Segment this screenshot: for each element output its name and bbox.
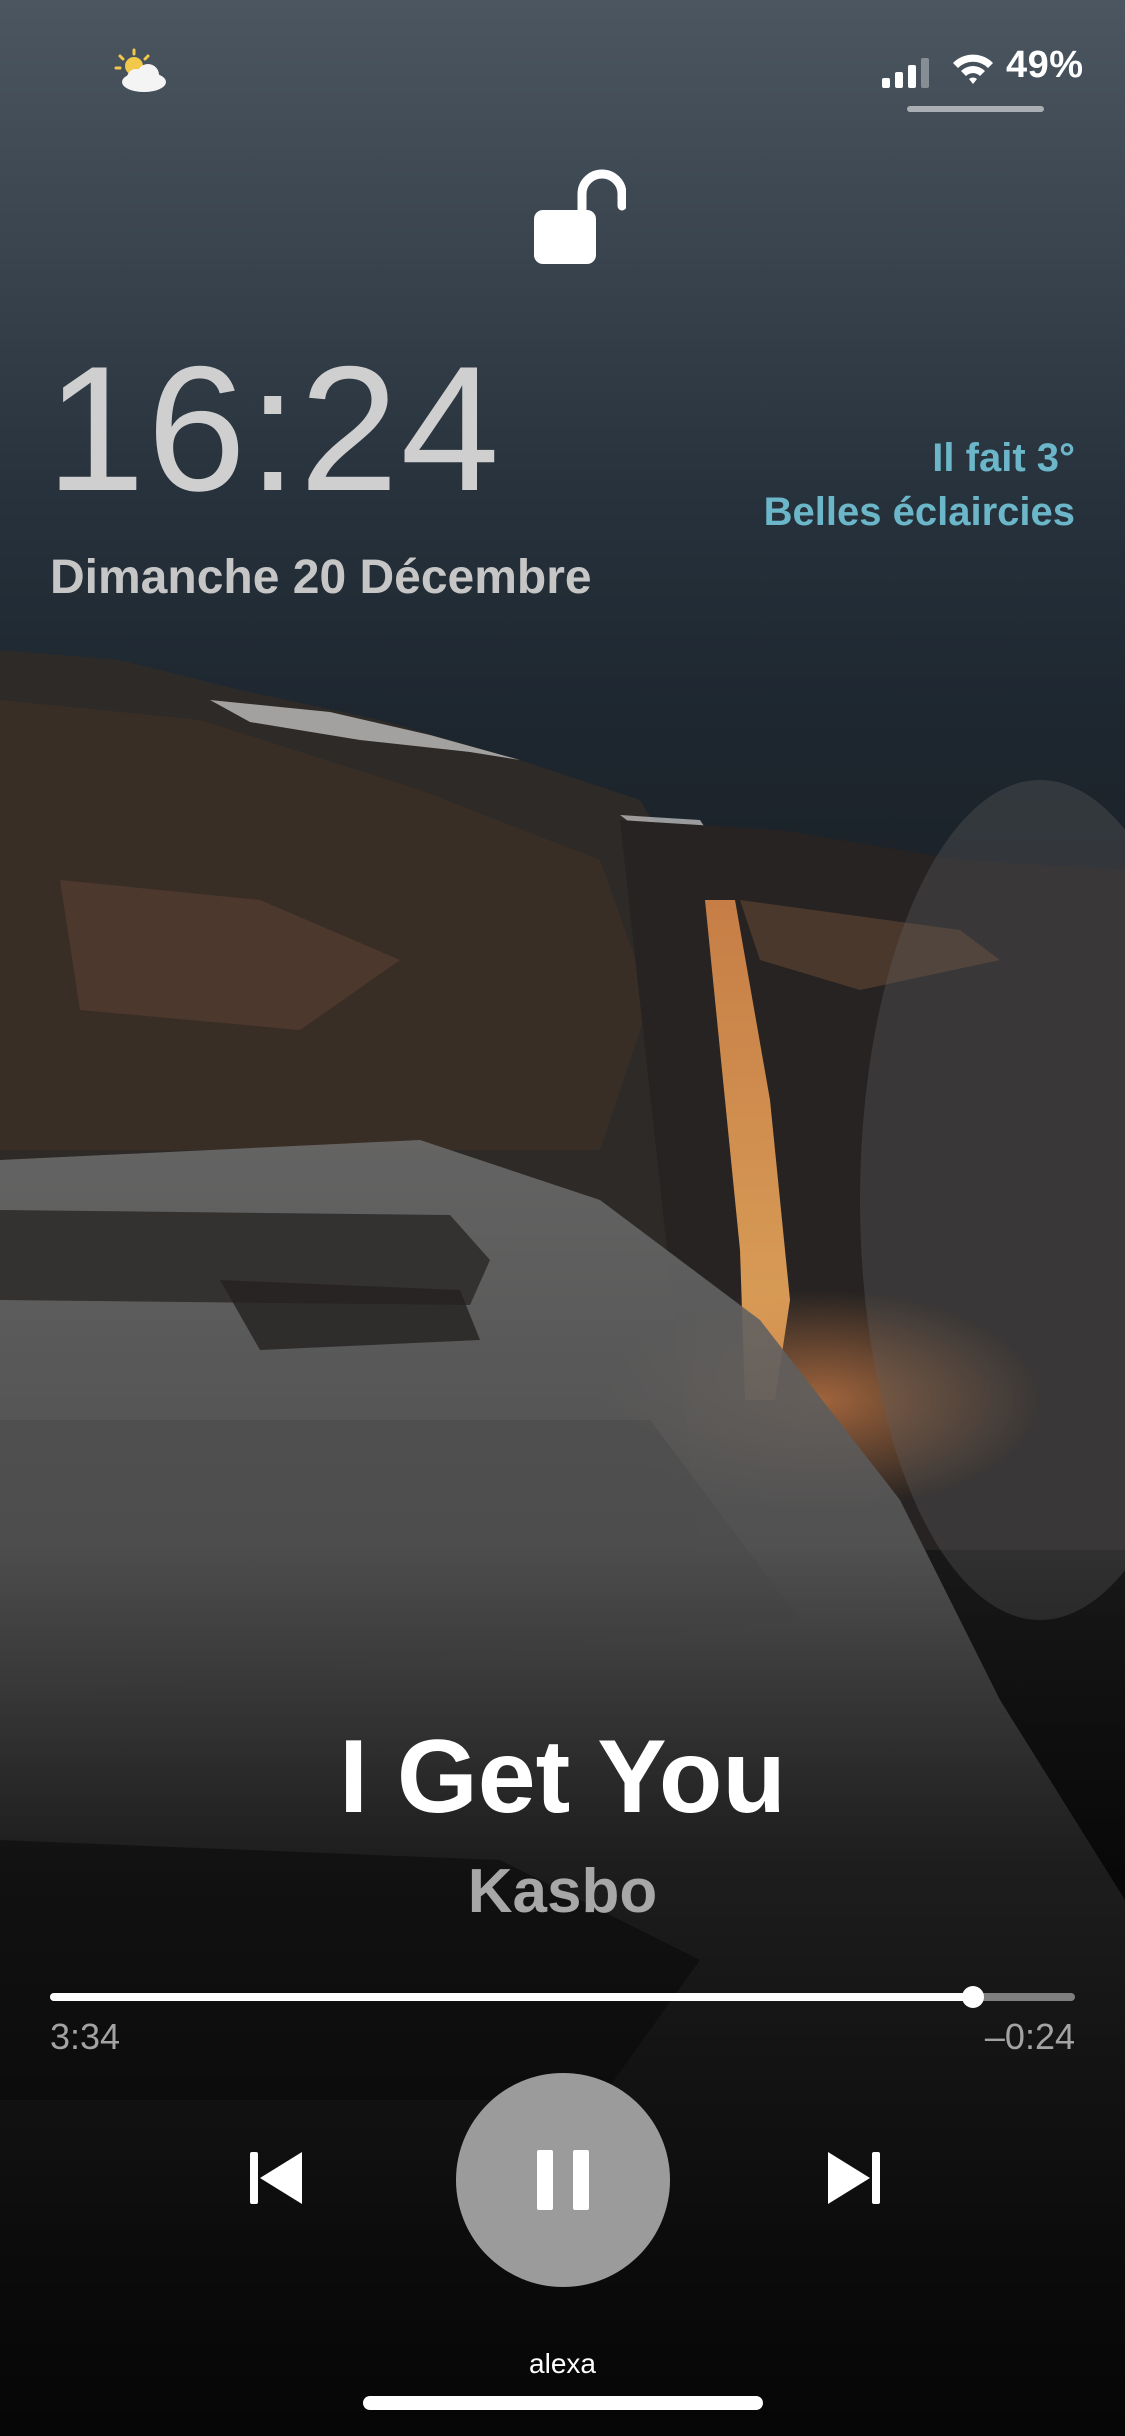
elapsed-time: 3:34 [50,2016,121,2057]
playback-scrubber[interactable] [50,1986,1075,2008]
cellular-signal-icon [882,58,929,88]
alexa-label: alexa [529,2348,596,2379]
unlocked-padlock-icon [534,169,626,264]
partly-cloudy-icon [114,48,166,92]
lock-screen-date: Dimanche 20 Décembre [50,551,592,604]
artist-name: Kasbo [467,1857,658,1926]
battery-percentage: 49% [1006,44,1084,86]
skip-previous-icon[interactable] [250,2150,304,2206]
wifi-icon [953,54,993,84]
song-title: I Get You [339,1719,786,1835]
weather-condition: Belles éclaircies [763,490,1075,534]
lock-screen-time: 16:24 [46,329,502,528]
control-center-indicator[interactable] [907,106,1044,112]
pause-button[interactable] [456,2073,670,2287]
weather-temperature: Il fait 3° [932,436,1075,480]
home-indicator[interactable] [363,2396,763,2410]
remaining-time: –0:24 [984,2016,1075,2057]
pause-icon [537,2150,589,2210]
playback-progress-fill [50,1993,973,2001]
skip-next-icon[interactable] [826,2150,880,2206]
lock-screen: 49% 16:24 Dimanche 20 Décembre Il fait 3… [0,0,1125,2436]
playback-scrubber-handle[interactable] [961,1986,984,2008]
